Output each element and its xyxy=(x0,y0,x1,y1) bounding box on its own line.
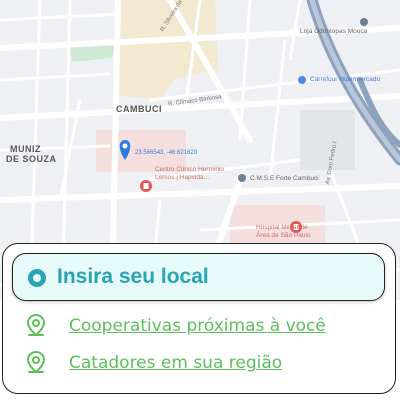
poi-label: Área de São Paulo xyxy=(256,232,311,239)
poi-label: Hospital Militar de xyxy=(256,224,308,231)
district-label-cambuci: CAMBUCI xyxy=(116,104,162,114)
map-pin-icon xyxy=(26,350,46,374)
poi-label: Loja Odontopas Mooca xyxy=(300,28,368,35)
poi-label: C.M.S.E Forte Cambuci xyxy=(250,175,319,182)
map-pin-icon xyxy=(26,313,46,337)
district-label-muniz-2: DE SOUZA xyxy=(6,154,57,164)
search-label: Insira seu local xyxy=(57,265,209,288)
poi-label: Lemos | Hapvida... xyxy=(155,174,210,181)
coordinates-label: 23.566543, -46.621620 xyxy=(135,150,198,156)
catadores-link-label[interactable]: Catadores em sua região xyxy=(69,353,282,373)
poi-label: Centro Clínico Herminio xyxy=(155,166,224,173)
location-search-button[interactable]: Insira seu local xyxy=(12,253,385,301)
catadores-link[interactable]: Catadores em sua região xyxy=(25,349,282,377)
cooperativas-link-label[interactable]: Cooperativas próximas à você xyxy=(69,316,326,336)
location-options-panel: Insira seu local Cooperativas próximas à… xyxy=(2,243,396,394)
cooperativas-link[interactable]: Cooperativas próximas à você xyxy=(25,312,326,340)
radio-target-icon xyxy=(28,269,46,287)
poi-label: Carrefour Hipermercado xyxy=(310,76,381,83)
district-label-muniz: MUNIZ xyxy=(10,144,41,154)
